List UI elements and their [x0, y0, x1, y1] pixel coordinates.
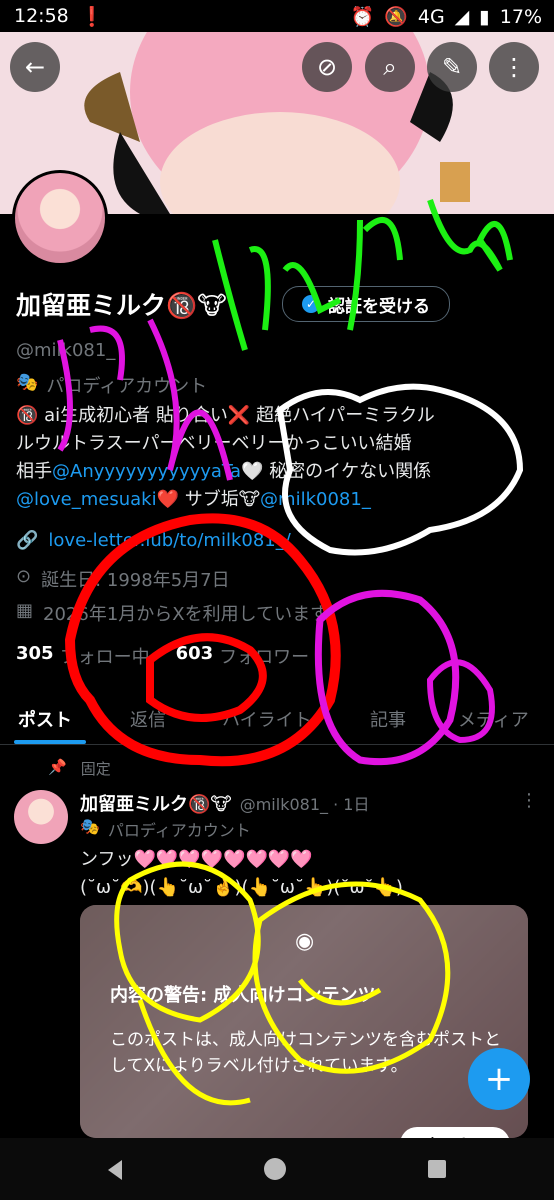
android-nav-bar [0, 1138, 554, 1200]
scribble-overlay [57, 199, 524, 1106]
nav-recents-icon[interactable] [428, 1160, 446, 1178]
nav-home-icon[interactable] [264, 1158, 286, 1180]
nav-back-icon[interactable] [108, 1160, 122, 1180]
